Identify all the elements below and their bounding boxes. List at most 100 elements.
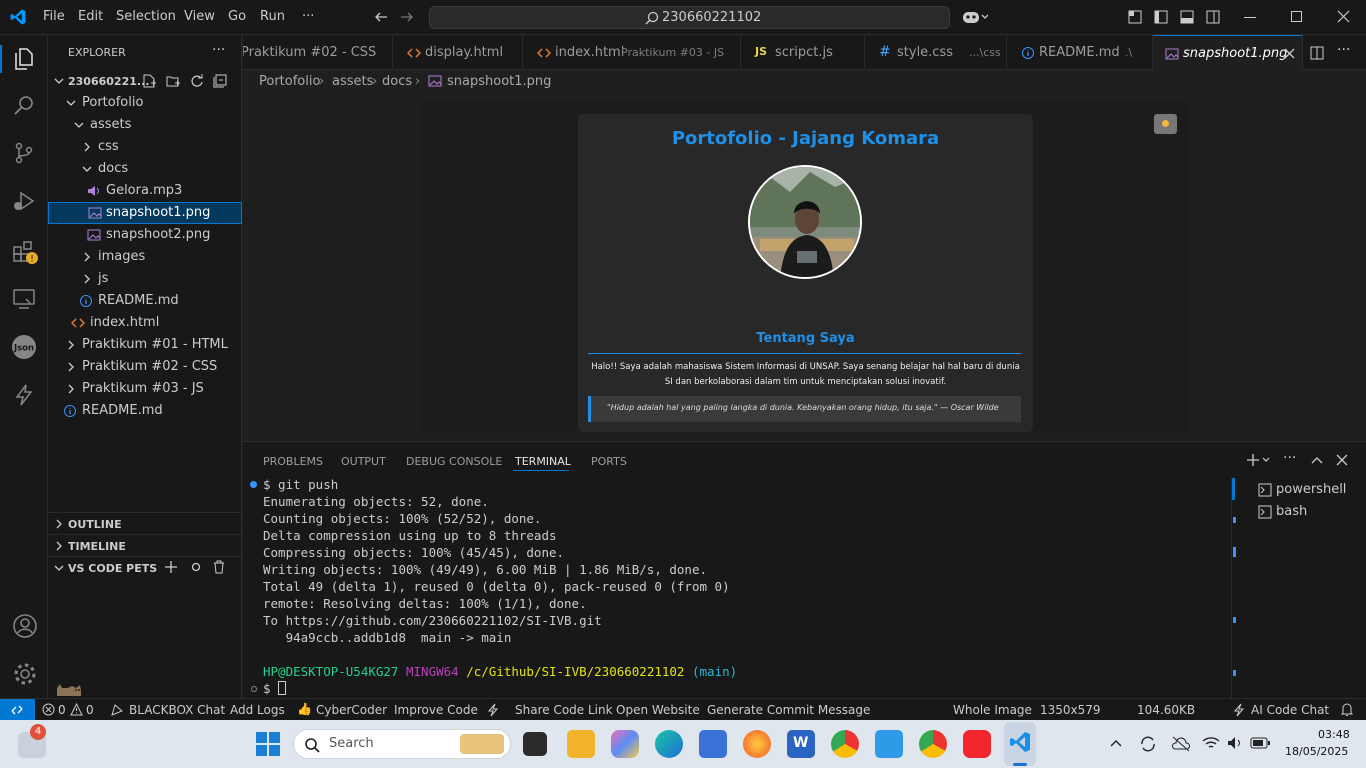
search-view-icon[interactable] [12, 93, 36, 117]
notifications-bell-icon[interactable] [1340, 702, 1354, 717]
panel-tab-debug-console[interactable]: DEBUG CONSOLE [406, 455, 502, 468]
json-extension-icon[interactable]: Json [11, 334, 37, 360]
show-hidden-icons[interactable] [1109, 738, 1123, 748]
tree-folder-portofolio[interactable]: Portofolio [48, 92, 242, 114]
errors-count[interactable]: 0 [58, 703, 66, 717]
status-cybercoder[interactable]: CyberCoder [316, 703, 387, 717]
tree-folder-praktikum-02[interactable]: Praktikum #02 - CSS [48, 356, 242, 378]
breadcrumb-item[interactable]: assets [332, 74, 373, 89]
add-pet-icon[interactable] [164, 560, 178, 574]
warnings-count[interactable]: 0 [86, 703, 94, 717]
windows-start-icon[interactable] [256, 732, 280, 756]
taskbar-search-box[interactable]: Search [293, 729, 511, 759]
accounts-icon[interactable] [12, 613, 38, 639]
task-view-icon[interactable] [523, 732, 547, 756]
wifi-icon[interactable] [1202, 735, 1220, 751]
panel-tab-ports[interactable]: PORTS [591, 455, 627, 468]
tab-display-html[interactable]: display.html [393, 35, 523, 70]
panel-tab-output[interactable]: OUTPUT [341, 455, 386, 468]
customize-layout-icon[interactable] [1128, 10, 1142, 24]
tree-folder-images[interactable]: images [48, 246, 242, 268]
menu-file[interactable]: File [43, 9, 65, 24]
menu-view[interactable]: View [184, 9, 215, 24]
breadcrumb-item[interactable]: snapshoot1.png [447, 74, 551, 89]
terminal-input-line[interactable]: $ [263, 681, 287, 696]
source-control-icon[interactable] [12, 141, 36, 165]
close-panel-icon[interactable] [1336, 454, 1348, 466]
tab-index-html[interactable]: index.html Praktikum #03 - JS [523, 35, 741, 70]
tab-scripct-js[interactable]: JS scripct.js [741, 35, 865, 70]
outline-section[interactable]: OUTLINE [48, 512, 242, 534]
timeline-section[interactable]: TIMELINE [48, 534, 242, 556]
restore-button[interactable] [1291, 11, 1302, 22]
tree-folder-js[interactable]: js [48, 268, 242, 290]
breadcrumb-item[interactable]: Portofolio [259, 74, 320, 89]
vscode-pets-section[interactable]: VS CODE PETS [48, 556, 242, 578]
tree-file-snapshoot1-selected[interactable]: snapshoot1.png [48, 202, 242, 224]
status-add-logs[interactable]: Add Logs [230, 703, 285, 717]
close-window-button[interactable] [1337, 10, 1350, 23]
run-debug-icon[interactable] [12, 189, 36, 213]
tree-folder-praktikum-03[interactable]: Praktikum #03 - JS [48, 378, 242, 400]
thunder-client-icon[interactable] [12, 383, 36, 407]
tree-folder-docs[interactable]: docs [48, 158, 242, 180]
tree-folder-css[interactable]: css [48, 136, 242, 158]
explorer-icon[interactable] [12, 47, 36, 71]
chrome-profile-icon[interactable] [919, 730, 947, 758]
toggle-panel-icon[interactable] [1180, 10, 1194, 24]
status-share-code-link[interactable]: Share Code Link [515, 703, 613, 717]
toggle-secondary-sidebar-icon[interactable] [1206, 10, 1220, 24]
terminal-bash[interactable]: bash [1276, 504, 1307, 519]
editor-more-button[interactable]: ··· [1337, 42, 1350, 58]
status-open-website[interactable]: Open Website [616, 703, 700, 717]
status-whole-image[interactable]: Whole Image [953, 703, 1032, 717]
ms-store-icon[interactable] [699, 730, 727, 758]
status-improve-code[interactable]: Improve Code [394, 703, 478, 717]
panel-tab-terminal[interactable]: TERMINAL [515, 455, 571, 468]
tree-file-readme-root[interactable]: README.md [48, 400, 242, 422]
clock-time[interactable]: 03:48 [1318, 728, 1350, 741]
firefox-icon[interactable] [743, 730, 771, 758]
forward-arrow-icon[interactable] [400, 10, 414, 24]
tree-file-snapshoot2[interactable]: snapshoot2.png [48, 224, 242, 246]
word-icon[interactable]: W [787, 730, 815, 758]
menu-go[interactable]: Go [228, 9, 246, 24]
toggle-sidebar-icon[interactable] [1154, 10, 1168, 24]
status-ai-code-chat[interactable]: AI Code Chat [1251, 703, 1329, 717]
weather-widget[interactable]: 4 [18, 724, 46, 758]
onedrive-off-icon[interactable] [1171, 735, 1191, 753]
throw-ball-icon[interactable] [190, 561, 202, 573]
status-generate-commit[interactable]: Generate Commit Message [707, 703, 870, 717]
youtube-app-icon[interactable] [963, 730, 991, 758]
new-folder-icon[interactable] [166, 74, 180, 88]
tree-folder-assets[interactable]: assets [48, 114, 242, 136]
tree-file-gelora[interactable]: Gelora.mp3 [48, 180, 242, 202]
tab-praktikum-02-css[interactable]: Praktikum #02 - CSS [243, 35, 393, 70]
panel-tab-problems[interactable]: PROBLEMS [263, 455, 323, 468]
clock-date[interactable]: 18/05/2025 [1285, 745, 1348, 758]
chrome-icon[interactable] [831, 730, 859, 758]
menu-edit[interactable]: Edit [78, 9, 103, 24]
tab-snapshoot1-active[interactable]: snapshoot1.png [1153, 35, 1303, 71]
refresh-explorer-icon[interactable] [190, 74, 204, 88]
tree-folder-praktikum-01[interactable]: Praktikum #01 - HTML [48, 334, 242, 356]
volume-icon[interactable] [1226, 735, 1244, 751]
new-terminal-icon[interactable] [1246, 453, 1272, 467]
new-file-icon[interactable] [142, 74, 156, 88]
collapse-folders-icon[interactable] [213, 74, 227, 88]
tree-file-readme-portofolio[interactable]: README.md [48, 290, 242, 312]
copilot-app-icon[interactable] [611, 730, 639, 758]
tab-readme[interactable]: README.md .\ [1007, 35, 1153, 70]
panel-more-button[interactable]: ··· [1283, 450, 1296, 466]
vscode-taskbar-active[interactable] [1004, 722, 1036, 766]
status-blackbox-chat[interactable]: BLACKBOX Chat [129, 703, 225, 717]
terminal-powershell[interactable]: powershell [1276, 482, 1346, 497]
copilot-icon[interactable] [962, 9, 988, 25]
close-tab-icon[interactable] [1284, 48, 1295, 59]
notepad-icon[interactable] [875, 730, 903, 758]
maximize-panel-icon[interactable] [1310, 454, 1324, 466]
tree-file-index-html[interactable]: index.html [48, 312, 242, 334]
breadcrumb-item[interactable]: docs [382, 74, 412, 89]
explorer-more-button[interactable]: ··· [212, 42, 225, 58]
remote-explorer-icon[interactable] [12, 287, 36, 311]
